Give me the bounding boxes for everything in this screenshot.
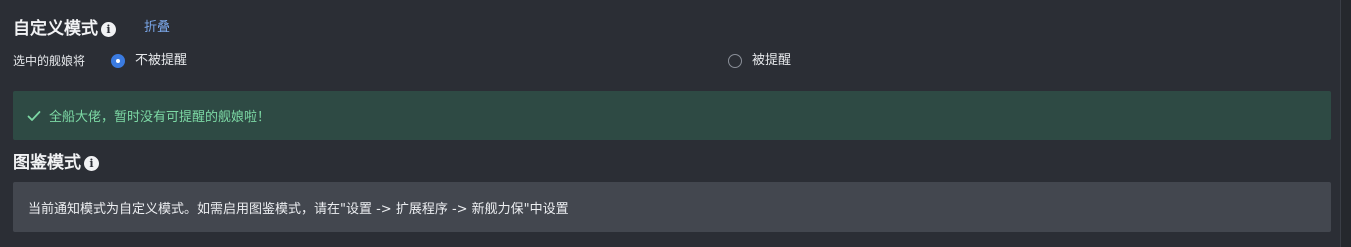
radio-unchecked-icon[interactable]: [728, 54, 742, 68]
custom-mode-heading: 自定义模式 i: [13, 19, 116, 39]
collapse-link[interactable]: 折叠: [144, 19, 170, 37]
radio-checked-icon[interactable]: [111, 54, 125, 68]
illustrated-mode-heading: 图鉴模式 i: [13, 153, 99, 173]
radio-not-remind[interactable]: 不被提醒: [111, 52, 187, 70]
scrollbar-track[interactable]: [1341, 0, 1351, 247]
selected-ships-label: 选中的舰娘将: [13, 54, 86, 68]
success-alert: 全船大佬，暂时没有可提醒的舰娘啦！: [13, 91, 1331, 140]
check-icon: [27, 110, 41, 122]
notice-box: 当前通知模式为自定义模式。如需启用图鉴模式，请在"设置 -> 扩展程序 -> 新…: [13, 182, 1331, 232]
notice-text: 当前通知模式为自定义模式。如需启用图鉴模式，请在"设置 -> 扩展程序 -> 新…: [28, 201, 569, 217]
info-icon[interactable]: i: [101, 21, 116, 37]
info-icon[interactable]: i: [84, 155, 99, 171]
radio-not-remind-label: 不被提醒: [135, 53, 188, 68]
radio-remind[interactable]: 被提醒: [728, 52, 791, 70]
success-alert-text: 全船大佬，暂时没有可提醒的舰娘啦！: [49, 110, 271, 125]
illustrated-mode-title: 图鉴模式: [13, 153, 81, 173]
radio-remind-label: 被提醒: [752, 53, 792, 68]
custom-mode-title: 自定义模式: [13, 19, 98, 39]
